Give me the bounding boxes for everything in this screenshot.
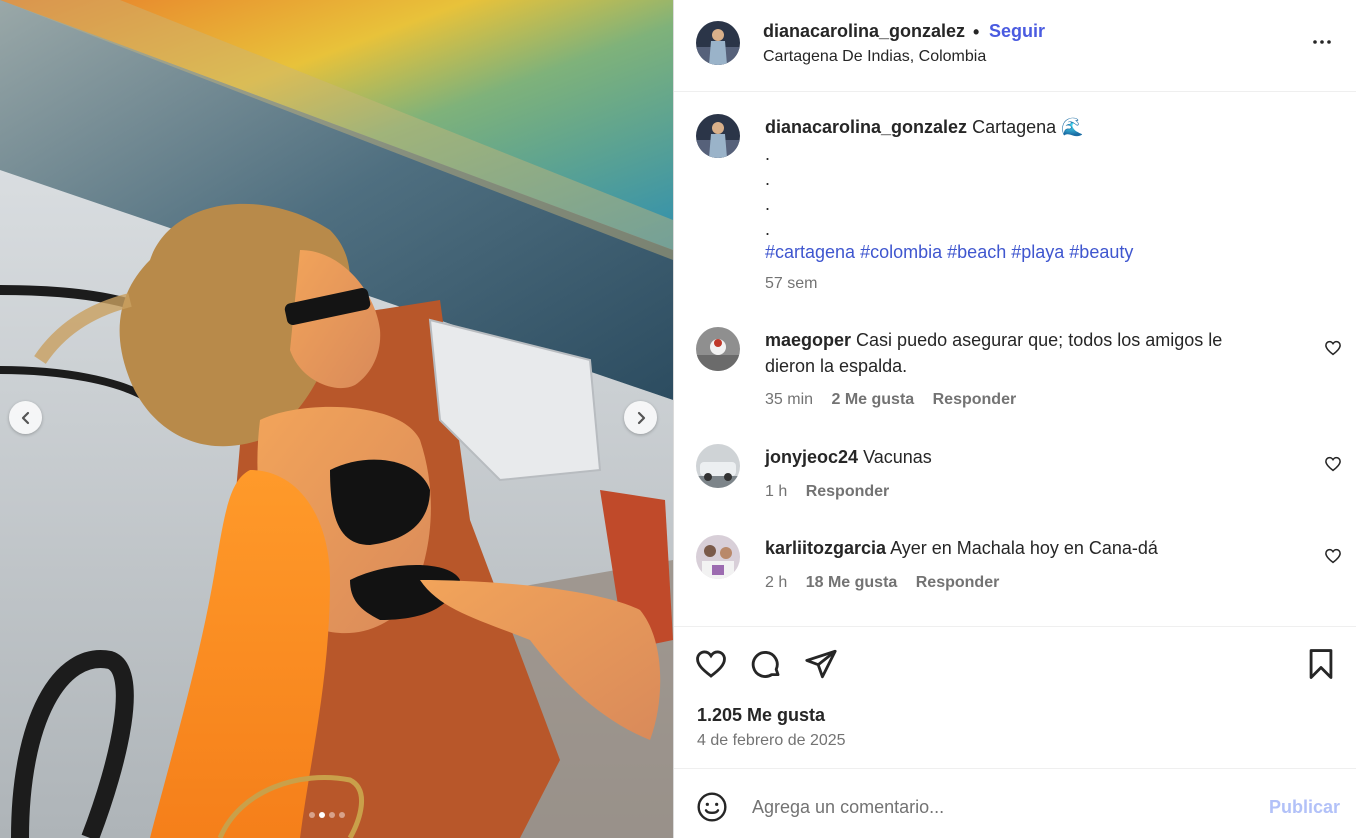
follow-button[interactable]: Seguir xyxy=(989,21,1045,42)
comment-like-icon[interactable] xyxy=(1324,455,1342,473)
post-modal: dianacarolina_gonzalez • Seguir Cartagen… xyxy=(0,0,1356,838)
hashtag-link[interactable]: #colombia xyxy=(860,242,942,262)
post-photo xyxy=(0,0,673,838)
comment-username[interactable]: maegoper xyxy=(765,330,851,350)
caption-line: dianacarolina_gonzalez Cartagena 🌊 xyxy=(765,114,1084,140)
caption-dot-3: . xyxy=(765,194,771,214)
comment-like-icon[interactable] xyxy=(1324,547,1342,565)
comment-like-icon[interactable] xyxy=(1324,339,1342,357)
post-date: 4 de febrero de 2025 xyxy=(697,732,846,749)
comment-input[interactable] xyxy=(752,793,1232,821)
post-header: dianacarolina_gonzalez • Seguir Cartagen… xyxy=(674,0,1356,92)
post-side-panel: dianacarolina_gonzalez • Seguir Cartagen… xyxy=(673,0,1356,838)
reply-button[interactable]: Responder xyxy=(806,483,890,500)
comment-line: maegoper Casi puedo asegurar que; todos … xyxy=(765,327,1222,353)
separator-dot: • xyxy=(973,22,980,42)
slide-indicator xyxy=(309,812,345,818)
comment-time[interactable]: 1 h xyxy=(765,483,787,500)
comment-line: jonyjeoc24 Vacunas xyxy=(765,444,932,470)
more-options-icon[interactable] xyxy=(1310,30,1334,54)
author-username[interactable]: dianacarolina_gonzalez xyxy=(763,21,965,42)
reply-button[interactable]: Responder xyxy=(933,391,1017,408)
comment-composer: Publicar xyxy=(674,768,1356,838)
action-bar: 1.205 Me gusta 4 de febrero de 2025 xyxy=(674,626,1356,768)
hashtag-link[interactable]: #cartagena xyxy=(765,242,855,262)
commenter-avatar[interactable] xyxy=(696,535,740,579)
slide-dot xyxy=(339,812,345,818)
caption-avatar[interactable] xyxy=(696,114,740,158)
slide-dot xyxy=(329,812,335,818)
send-icon[interactable] xyxy=(804,647,838,681)
comment-username[interactable]: karliitozgarcia xyxy=(765,538,886,558)
next-slide-button[interactable] xyxy=(624,401,657,434)
hashtag-link[interactable]: #beauty xyxy=(1069,242,1133,262)
comment-likes[interactable]: 2 Me gusta xyxy=(831,391,914,408)
commenter-avatar[interactable] xyxy=(696,327,740,371)
comment-likes[interactable]: 18 Me gusta xyxy=(806,574,898,591)
reply-button[interactable]: Responder xyxy=(916,574,1000,591)
caption-dot-1: . xyxy=(765,144,771,164)
caption-username[interactable]: dianacarolina_gonzalez xyxy=(765,117,967,137)
caption-dot-2: . xyxy=(765,169,771,189)
post-location[interactable]: Cartagena De Indias, Colombia xyxy=(763,48,986,66)
comment-username[interactable]: jonyjeoc24 xyxy=(765,447,858,467)
commenter-avatar[interactable] xyxy=(696,444,740,488)
publish-button[interactable]: Publicar xyxy=(1269,797,1340,818)
post-media[interactable] xyxy=(0,0,673,838)
comment-text: Casi puedo asegurar que; todos los amigo… xyxy=(856,330,1223,350)
slide-dot xyxy=(319,812,325,818)
comment-icon[interactable] xyxy=(749,647,783,681)
comment-meta: 2 h 18 Me gusta Responder xyxy=(765,574,999,592)
emoji-icon[interactable] xyxy=(696,791,728,823)
bookmark-icon[interactable] xyxy=(1304,647,1338,681)
likes-count[interactable]: 1.205 Me gusta xyxy=(697,705,825,726)
slide-dot xyxy=(309,812,315,818)
author-avatar[interactable] xyxy=(696,21,740,65)
comment-text: Ayer en Machala hoy en Cana-dá xyxy=(890,538,1158,558)
comment-text-continued: dieron la espalda. xyxy=(765,356,908,376)
wave-emoji: 🌊 xyxy=(1061,117,1084,137)
caption-time[interactable]: 57 sem xyxy=(765,275,817,293)
hashtag-link[interactable]: #beach xyxy=(947,242,1006,262)
comment-meta: 35 min 2 Me gusta Responder xyxy=(765,391,1016,409)
heart-icon[interactable] xyxy=(694,647,728,681)
chevron-right-icon xyxy=(637,411,645,424)
comment-meta: 1 h Responder xyxy=(765,483,889,501)
caption-text: Cartagena xyxy=(972,117,1057,137)
previous-slide-button[interactable] xyxy=(9,401,42,434)
comments-section[interactable]: dianacarolina_gonzalez Cartagena 🌊 . . .… xyxy=(674,93,1356,626)
chevron-left-icon xyxy=(21,411,29,424)
comment-time[interactable]: 35 min xyxy=(765,391,813,408)
comment-text: Vacunas xyxy=(863,447,932,467)
comment-time[interactable]: 2 h xyxy=(765,574,787,591)
hashtag-link[interactable]: #playa xyxy=(1011,242,1064,262)
caption-hashtags: #cartagena #colombia #beach #playa #beau… xyxy=(765,239,1133,265)
comment-line: karliitozgarcia Ayer en Machala hoy en C… xyxy=(765,535,1158,561)
